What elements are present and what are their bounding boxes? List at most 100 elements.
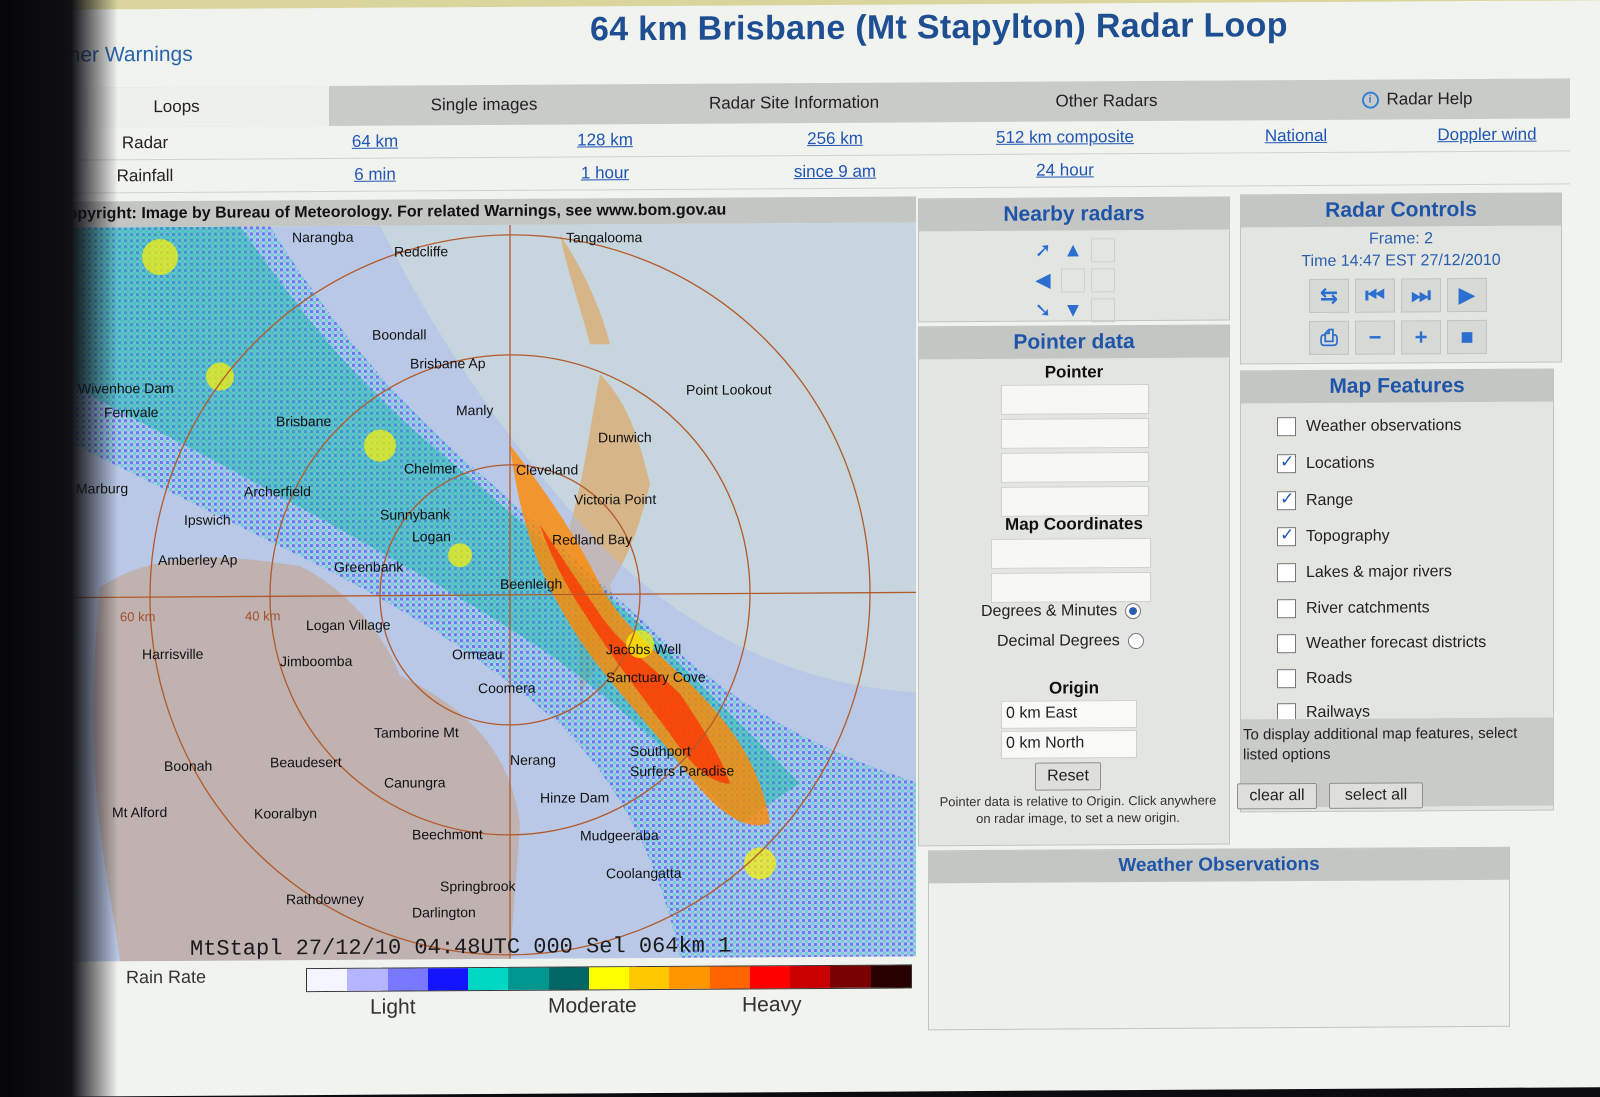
print-icon[interactable]: ⎙ — [1309, 320, 1349, 356]
link-512km-composite[interactable]: 512 km composite — [950, 127, 1180, 148]
reset-button[interactable]: Reset — [1035, 762, 1101, 791]
feature-label: Locations — [1306, 454, 1375, 472]
faster-icon[interactable]: + — [1401, 320, 1441, 355]
frame-number: Frame: 2 — [1368, 230, 1433, 248]
svg-text:Beechmont: Beechmont — [412, 826, 483, 842]
weather-warnings-link[interactable]: Weather Warnings — [20, 43, 193, 68]
feature-forecast-districts[interactable]: Weather forecast districts — [1277, 633, 1487, 654]
legend-swatch — [508, 967, 549, 990]
tab-other-radars[interactable]: Other Radars — [949, 80, 1264, 122]
checkbox[interactable] — [1277, 634, 1296, 654]
frame-time: Time 14:47 EST 27/12/2010 — [1301, 251, 1501, 271]
map-features-panel: Map Features Weather observations Locati… — [1237, 368, 1554, 813]
origin-north-field[interactable]: 0 km North — [1001, 730, 1137, 759]
link-doppler-wind[interactable]: Doppler wind — [1412, 124, 1562, 145]
feature-lakes-rivers[interactable]: Lakes & major rivers — [1277, 562, 1452, 583]
feature-range[interactable]: Range — [1277, 491, 1353, 511]
tab-radar-help[interactable]: i Radar Help — [1264, 78, 1570, 120]
arrow-southwest-icon[interactable]: ➘ — [1031, 299, 1055, 323]
rain-rate-label: Rain Rate — [126, 966, 207, 988]
link-256km[interactable]: 256 km — [720, 128, 950, 149]
checkbox[interactable] — [1277, 563, 1296, 583]
svg-text:Fernvale: Fernvale — [104, 404, 159, 420]
feature-weather-observations[interactable]: Weather observations — [1277, 416, 1462, 437]
feature-label: Weather observations — [1306, 416, 1462, 435]
feature-river-catchments[interactable]: River catchments — [1277, 598, 1430, 619]
link-6min[interactable]: 6 min — [260, 164, 490, 185]
rain-rate-colorbar — [306, 964, 912, 993]
radar-image[interactable]: 60 km 40 km Narangba Redcliffe Tangaloom… — [40, 222, 916, 962]
link-since-9am[interactable]: since 9 am — [720, 161, 950, 182]
radio-button[interactable] — [1127, 632, 1144, 649]
link-64km[interactable]: 64 km — [260, 131, 490, 152]
tab-label: Other Radars — [1055, 90, 1158, 111]
legend-swatch — [629, 966, 670, 990]
svg-text:Southport: Southport — [630, 743, 691, 759]
checkbox[interactable] — [1277, 417, 1296, 437]
legend-swatch — [347, 968, 388, 991]
stop-icon[interactable]: ■ — [1447, 319, 1487, 355]
select-all-button[interactable]: select all — [1329, 782, 1423, 809]
first-frame-icon[interactable]: ⏮ — [1355, 278, 1395, 313]
radio-degrees-minutes[interactable]: Degrees & Minutes — [981, 602, 1142, 621]
last-frame-icon[interactable]: ⏭ — [1401, 278, 1441, 313]
radio-decimal-degrees[interactable]: Decimal Degrees — [997, 632, 1144, 651]
arrow-northwest-icon[interactable]: ➚ — [1031, 239, 1055, 263]
svg-text:Redcliffe: Redcliffe — [394, 243, 448, 259]
feature-label: Lakes & major rivers — [1306, 562, 1452, 581]
origin-east-field[interactable]: 0 km East — [1001, 700, 1137, 729]
tab-label: Single images — [430, 94, 538, 115]
feature-label: Roads — [1306, 669, 1353, 687]
svg-text:Archerfield: Archerfield — [244, 483, 311, 499]
link-24hour[interactable]: 24 hour — [950, 160, 1180, 181]
radio-button-selected[interactable] — [1125, 602, 1142, 619]
checkbox[interactable] — [1277, 669, 1296, 689]
tab-single-images[interactable]: Single images — [329, 84, 639, 126]
feature-locations[interactable]: Locations — [1277, 454, 1375, 474]
feature-label: Weather forecast districts — [1306, 633, 1487, 652]
svg-text:Kooralbyn: Kooralbyn — [254, 805, 317, 821]
checkbox[interactable] — [1277, 599, 1296, 619]
tab-label: Radar Help — [1386, 89, 1473, 109]
tab-label: Radar Site Information — [708, 92, 880, 113]
link-national[interactable]: National — [1180, 125, 1412, 146]
svg-text:Sunnybank: Sunnybank — [380, 506, 451, 522]
tab-loops[interactable]: Loops — [24, 85, 329, 128]
pointer-data-title: Pointer data — [919, 325, 1229, 360]
svg-text:Nerang: Nerang — [510, 752, 556, 768]
slower-icon[interactable]: − — [1355, 320, 1395, 355]
checkbox-checked[interactable] — [1277, 527, 1296, 547]
arrow-west-icon[interactable]: ◀ — [1031, 269, 1055, 293]
svg-text:Jimboomba: Jimboomba — [280, 653, 353, 669]
pointer-value-2 — [1001, 417, 1149, 449]
feature-roads[interactable]: Roads — [1277, 669, 1353, 689]
legend-swatch — [307, 968, 348, 992]
checkbox-checked[interactable] — [1277, 454, 1296, 474]
radar-links-table: Radar 64 km 128 km 256 km 512 km composi… — [30, 118, 1570, 194]
map-coordinates-label: Map Coordinates — [1005, 514, 1143, 534]
legend-swatch — [870, 965, 911, 988]
checkbox-checked[interactable] — [1277, 491, 1296, 511]
radar-map[interactable]: 60 km 40 km Narangba Redcliffe Tangaloom… — [40, 222, 916, 962]
legend-swatch — [749, 966, 791, 989]
svg-text:Coomera: Coomera — [478, 680, 536, 696]
feature-topography[interactable]: Topography — [1277, 527, 1390, 547]
svg-text:Rathdowney: Rathdowney — [286, 891, 364, 907]
arrow-south-icon[interactable]: ▼ — [1061, 298, 1085, 322]
svg-text:Marburg: Marburg — [76, 480, 128, 496]
link-1hour[interactable]: 1 hour — [490, 163, 720, 184]
svg-text:Amberley Ap: Amberley Ap — [158, 552, 238, 568]
radio-degrees-label: Degrees & Minutes — [981, 602, 1118, 621]
clear-all-button[interactable]: clear all — [1237, 782, 1317, 810]
svg-text:Hinze Dam: Hinze Dam — [540, 789, 609, 805]
info-icon: i — [1361, 91, 1379, 109]
weather-observations-title: Weather Observations — [929, 847, 1509, 884]
play-icon[interactable]: ▶ — [1447, 277, 1487, 313]
pointer-label: Pointer — [1044, 362, 1104, 382]
loop-toggle-icon[interactable]: ⇆ — [1309, 278, 1349, 314]
svg-text:Boonah: Boonah — [164, 758, 212, 774]
weather-observations-panel: Weather Observations — [928, 846, 1510, 1031]
link-128km[interactable]: 128 km — [490, 130, 720, 151]
tab-radar-site-information[interactable]: Radar Site Information — [639, 82, 949, 124]
arrow-north-icon[interactable]: ▲ — [1061, 238, 1085, 262]
